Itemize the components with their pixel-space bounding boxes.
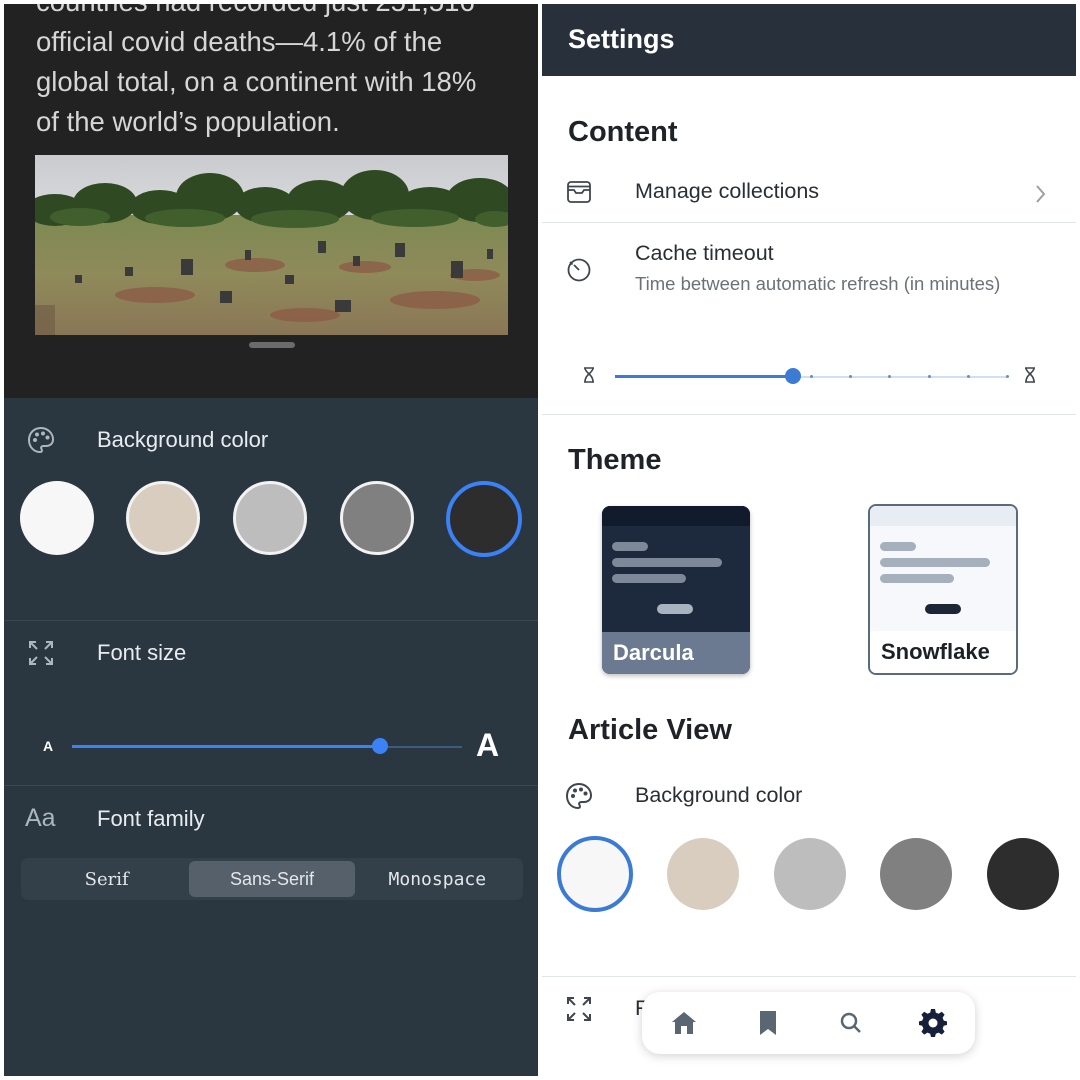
article-swatch-gray[interactable] (880, 838, 952, 910)
theme-preview-line (880, 542, 916, 551)
sheet-drag-handle[interactable] (249, 342, 295, 348)
app-bar: Settings (542, 4, 1076, 76)
theme-preview-line (880, 574, 954, 583)
article-line: countries had recorded just 251,516 (36, 4, 526, 22)
article-line: global total, on a continent with 18% (36, 66, 477, 97)
theme-preview-topbar (602, 506, 750, 526)
slider-fill (72, 745, 381, 748)
page-title: Settings (568, 24, 675, 54)
bottom-navigation (642, 992, 975, 1054)
theme-preview-line (612, 542, 648, 551)
swatch-gray[interactable] (340, 481, 414, 555)
swatch-light-gray[interactable] (233, 481, 307, 555)
palette-icon (564, 781, 594, 811)
theme-option-snowflake-selected[interactable]: Snowflake (868, 504, 1018, 675)
cemetery-photo (35, 155, 508, 335)
article-text: countries had recorded just 251,516 offi… (36, 4, 526, 142)
article-swatch-sepia[interactable] (667, 838, 739, 910)
article-line: official covid deaths—4.1% of the (36, 26, 443, 57)
timer-icon (564, 254, 594, 284)
settings-gear-icon[interactable] (918, 1008, 948, 1038)
theme-label-snowflake: Snowflake (881, 639, 990, 664)
theme-preview-button (657, 604, 693, 614)
section-heading-article-view: Article View (568, 714, 732, 746)
theme-option-darcula[interactable]: Darcula (602, 506, 750, 674)
font-option-sans-serif[interactable]: Sans-Serif (189, 861, 355, 897)
font-size-small-label: A (43, 738, 54, 754)
slider-tick (966, 375, 970, 378)
font-family-segmented-control: Serif Sans-Serif Monospace (21, 858, 523, 900)
background-color-label: Background color (97, 427, 269, 452)
article-preview: countries had recorded just 251,516 offi… (4, 4, 538, 398)
font-option-monospace[interactable]: Monospace (355, 861, 520, 897)
theme-preview-topbar (870, 506, 1016, 526)
slider-tick (927, 375, 931, 378)
divider (4, 620, 538, 621)
reader-panel: countries had recorded just 251,516 offi… (4, 4, 538, 1076)
slider-tick (810, 375, 813, 378)
theme-preview-line (880, 558, 990, 567)
settings-panel: Settings Content Manage collections Cach… (542, 4, 1076, 1076)
font-size-label: Font size (97, 640, 187, 665)
divider (542, 976, 1076, 977)
inbox-tray-icon (564, 177, 594, 207)
bookmark-icon[interactable] (753, 1008, 783, 1038)
manage-collections-label: Manage collections (635, 179, 820, 203)
home-icon[interactable] (669, 1008, 699, 1038)
theme-preview-line (612, 558, 722, 567)
swatch-sepia[interactable] (126, 481, 200, 555)
cache-timeout-subtitle: Time between automatic refresh (in minut… (635, 273, 1001, 294)
slider-thumb[interactable] (372, 738, 389, 754)
slider-tick (1006, 375, 1009, 378)
divider (4, 785, 538, 786)
cache-timeout-title: Cache timeout (635, 241, 774, 265)
cache-timeout-slider[interactable] (615, 368, 1009, 384)
article-swatch-white-selected[interactable] (557, 836, 633, 912)
manage-collections-row[interactable]: Manage collections (542, 164, 1076, 224)
slider-fill (615, 375, 794, 378)
palette-icon (26, 425, 56, 455)
article-swatch-dark[interactable] (987, 838, 1059, 910)
expand-icon (564, 994, 594, 1024)
article-background-color-label: Background color (635, 783, 803, 807)
divider (542, 414, 1076, 415)
article-swatch-light-gray[interactable] (774, 838, 846, 910)
slider-thumb[interactable] (785, 368, 802, 384)
expand-icon (26, 638, 56, 668)
section-heading-content: Content (568, 116, 678, 148)
hourglass-max-icon (1023, 366, 1037, 384)
chevron-right-icon (1034, 182, 1048, 206)
font-option-serif[interactable]: Serif (24, 861, 189, 897)
font-size-slider[interactable] (72, 738, 462, 754)
swatch-white[interactable] (20, 481, 94, 555)
hourglass-min-icon (582, 366, 596, 384)
font-family-icon: Aa (25, 804, 56, 832)
theme-preview-button (925, 604, 961, 614)
font-family-label: Font family (97, 806, 205, 831)
font-size-large-label: A (476, 727, 500, 763)
article-image (35, 155, 508, 335)
search-icon[interactable] (836, 1008, 866, 1038)
article-line: of the world’s population. (36, 106, 340, 137)
theme-preview-line (612, 574, 686, 583)
swatch-dark-selected[interactable] (446, 481, 522, 557)
divider (542, 222, 1076, 223)
theme-label-darcula: Darcula (613, 640, 694, 665)
section-heading-theme: Theme (568, 444, 662, 476)
